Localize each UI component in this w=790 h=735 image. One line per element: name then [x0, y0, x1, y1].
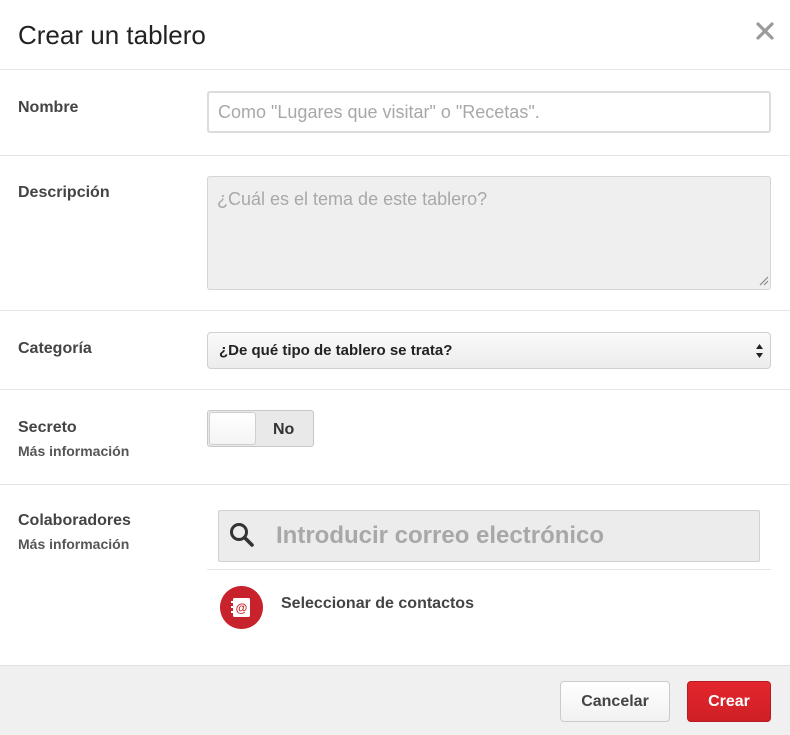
toggle-knob	[209, 412, 256, 445]
cancel-button[interactable]: Cancelar	[560, 681, 670, 722]
collaborators-label: Colaboradores	[18, 512, 131, 529]
collaborators-more-info-link[interactable]: Más información	[18, 536, 129, 552]
description-row: Descripción	[0, 156, 790, 311]
resize-grip-icon[interactable]	[757, 274, 769, 286]
email-input[interactable]	[276, 511, 746, 561]
description-label: Descripción	[18, 184, 110, 201]
category-row: Categoría ¿De qué tipo de tablero se tra…	[0, 311, 790, 390]
toggle-state-text: No	[273, 421, 295, 438]
dialog-title: Crear un tablero	[18, 20, 206, 50]
select-arrows-icon	[756, 344, 763, 358]
select-contacts-label: Seleccionar de contactos	[281, 595, 474, 612]
dialog-header: Crear un tablero	[0, 0, 790, 70]
category-label: Categoría	[18, 340, 92, 357]
divider	[207, 569, 771, 570]
close-icon[interactable]	[754, 20, 776, 42]
contacts-book-icon: @	[220, 586, 263, 629]
category-select[interactable]: ¿De qué tipo de tablero se trata?	[207, 332, 771, 369]
name-row: Nombre	[0, 70, 790, 156]
create-button[interactable]: Crear	[687, 681, 771, 722]
description-textarea[interactable]	[207, 176, 771, 290]
category-selected-value: ¿De qué tipo de tablero se trata?	[219, 342, 453, 359]
secret-more-info-link[interactable]: Más información	[18, 443, 129, 459]
select-contacts-button[interactable]: @ Seleccionar de contactos	[220, 585, 540, 630]
dialog-footer: Cancelar Crear	[0, 665, 790, 735]
name-label: Nombre	[18, 99, 79, 116]
email-field[interactable]	[218, 510, 760, 562]
svg-text:@: @	[236, 601, 248, 615]
secret-toggle[interactable]: No	[207, 410, 314, 447]
name-input[interactable]	[207, 91, 771, 133]
secret-label: Secreto	[18, 419, 77, 436]
search-icon	[230, 523, 254, 547]
secret-row: Secreto Más información No	[0, 390, 790, 485]
